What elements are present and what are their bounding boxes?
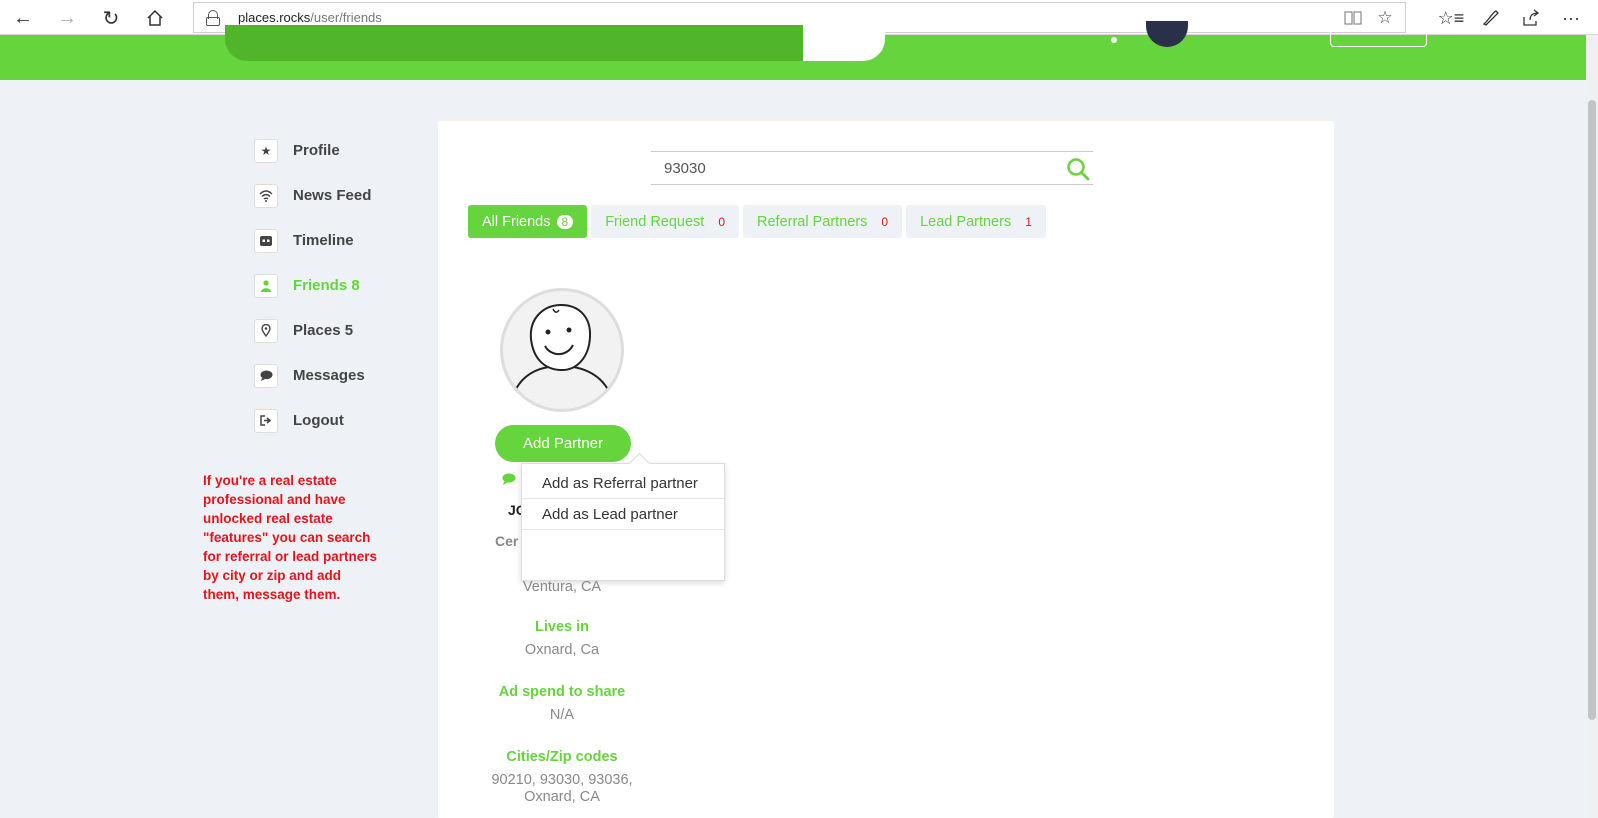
sidebar-nav: ★ Profile News Feed Timeline Friends 8 P… [254, 128, 454, 443]
site-header [0, 21, 1586, 80]
chat-icon [254, 363, 278, 388]
tab-lead-partners[interactable]: Lead Partners 1 [906, 205, 1046, 238]
sidebar-item-label: Logout [293, 412, 344, 429]
sidebar-item-logout[interactable]: Logout [254, 398, 454, 443]
sidebar-item-label: Friends 8 [293, 277, 360, 294]
tab-friend-request[interactable]: Friend Request 0 [591, 205, 740, 238]
friend-search-box [651, 151, 1093, 185]
add-partner-button[interactable]: Add Partner [495, 425, 631, 462]
lives-in-label: Lives in [535, 619, 589, 635]
header-button[interactable] [1330, 23, 1427, 47]
add-partner-dropdown: Add as Referral partner Add as Lead part… [521, 463, 725, 581]
friends-card: All Friends 8 Friend Request 0 Referral … [438, 121, 1334, 818]
tab-label: Lead Partners [920, 213, 1012, 230]
header-search-button[interactable] [803, 25, 885, 61]
header-search-bar[interactable] [225, 25, 885, 61]
sidebar-item-news-feed[interactable]: News Feed [254, 173, 454, 218]
scrollbar-thumb[interactable] [1588, 100, 1596, 720]
share-icon[interactable] [1516, 4, 1546, 32]
tab-label: Referral Partners [757, 213, 868, 230]
sidebar-item-timeline[interactable]: Timeline [254, 218, 454, 263]
sidebar-item-messages[interactable]: Messages [254, 353, 454, 398]
cities-zip-value: 90210, 93030, 93036, [491, 772, 633, 788]
logout-icon [254, 408, 278, 433]
friend-location: Ventura, CA [522, 579, 602, 595]
sidebar-item-profile[interactable]: ★ Profile [254, 128, 454, 173]
timeline-icon [254, 228, 278, 253]
sidebar-item-label: Messages [293, 367, 365, 384]
tab-label: Friend Request [605, 213, 705, 230]
more-options-icon[interactable]: ··· [1556, 4, 1586, 32]
home-icon[interactable] [140, 4, 170, 32]
sidebar-item-label: Profile [293, 142, 340, 159]
lives-in-value: Oxnard, Ca [524, 642, 600, 658]
sidebar-item-places[interactable]: Places 5 [254, 308, 454, 353]
sidebar-item-friends[interactable]: Friends 8 [254, 263, 454, 308]
pen-icon[interactable] [1476, 4, 1506, 32]
favorites-list-icon[interactable]: ☆≡ [1436, 4, 1466, 32]
sidebar-item-label: News Feed [293, 187, 372, 204]
tab-count-badge: 8 [556, 214, 574, 229]
friend-search-input[interactable] [664, 159, 1044, 177]
tab-count-badge: 1 [1025, 214, 1032, 229]
tab-count-badge: 0 [881, 214, 889, 229]
search-icon[interactable] [1066, 157, 1090, 181]
wifi-icon [254, 183, 278, 208]
annotation-note: If you're a real estate professional and… [203, 473, 378, 602]
tab-label: All Friends [482, 213, 551, 230]
cities-zip-value-2: Oxnard, CA [524, 789, 600, 805]
notification-dot-icon [1111, 37, 1117, 43]
map-pin-icon [254, 318, 278, 343]
friend-tabs: All Friends 8 Friend Request 0 Referral … [468, 205, 1046, 238]
page-scrollbar[interactable] [1586, 35, 1598, 818]
user-icon [254, 273, 278, 298]
lock-icon [206, 9, 220, 26]
add-referral-partner-option[interactable]: Add as Referral partner [522, 468, 724, 499]
sidebar-item-label: Places 5 [293, 322, 354, 339]
message-icon[interactable] [502, 473, 516, 488]
friend-avatar[interactable] [500, 288, 624, 412]
header-avatar[interactable] [1146, 21, 1188, 47]
forward-arrow-icon[interactable]: → [52, 4, 82, 32]
tab-all-friends[interactable]: All Friends 8 [468, 205, 588, 238]
ad-spend-label: Ad spend to share [498, 684, 626, 700]
back-arrow-icon[interactable]: ← [8, 4, 38, 32]
tab-count-badge: 0 [718, 214, 726, 229]
cities-zip-label: Cities/Zip codes [506, 749, 618, 765]
friend-certification: Cer [495, 533, 519, 549]
ad-spend-value: N/A [549, 707, 575, 723]
smiley-face-icon [512, 303, 612, 397]
refresh-icon[interactable]: ↻ [96, 4, 126, 32]
tab-referral-partners[interactable]: Referral Partners 0 [743, 205, 903, 238]
sidebar-item-label: Timeline [293, 232, 354, 249]
star-icon: ★ [254, 138, 278, 163]
add-lead-partner-option[interactable]: Add as Lead partner [522, 499, 724, 530]
url-text: places.rocks/user/friends [238, 10, 382, 25]
